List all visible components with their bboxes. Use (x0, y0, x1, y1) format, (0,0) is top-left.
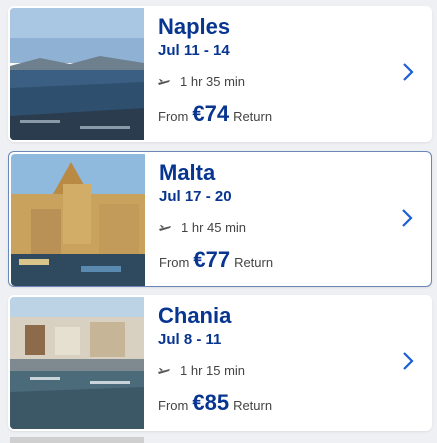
plane-icon (158, 78, 170, 85)
city-name: Chania (158, 303, 232, 328)
chevron-right-icon[interactable] (402, 351, 414, 371)
price: €74 (192, 101, 230, 126)
trip-type: Return (233, 398, 273, 413)
next-card-edge (10, 437, 144, 443)
flight-duration: 1 hr 35 min (180, 74, 246, 89)
chevron-right-icon[interactable] (401, 208, 413, 228)
chevron-right-icon[interactable] (402, 62, 414, 82)
plane-icon (159, 224, 171, 231)
naples-photo (10, 8, 144, 140)
trip-type: Return (233, 109, 273, 124)
travel-dates: Jul 8 - 11 (158, 331, 222, 348)
malta-photo (11, 154, 145, 286)
destination-card-chania[interactable]: Chania Jul 8 - 11 1 hr 15 min From €85 R… (8, 295, 432, 431)
from-label: From (159, 255, 190, 270)
price: €77 (193, 247, 231, 272)
destination-card-naples[interactable]: Naples Jul 11 - 14 1 hr 35 min From €74 … (8, 6, 432, 142)
flight-duration: 1 hr 15 min (180, 363, 246, 378)
chania-photo (10, 297, 144, 429)
travel-dates: Jul 11 - 14 (158, 42, 230, 59)
plane-icon (158, 367, 170, 374)
travel-dates: Jul 17 - 20 (159, 188, 232, 205)
city-name: Naples (158, 14, 231, 39)
city-name: Malta (159, 160, 216, 185)
trip-type: Return (234, 255, 274, 270)
from-label: From (158, 109, 189, 124)
flight-duration: 1 hr 45 min (181, 220, 247, 235)
from-label: From (158, 398, 189, 413)
destination-card-malta[interactable]: Malta Jul 17 - 20 1 hr 45 min From €77 R… (8, 151, 432, 287)
price: €85 (192, 390, 230, 415)
